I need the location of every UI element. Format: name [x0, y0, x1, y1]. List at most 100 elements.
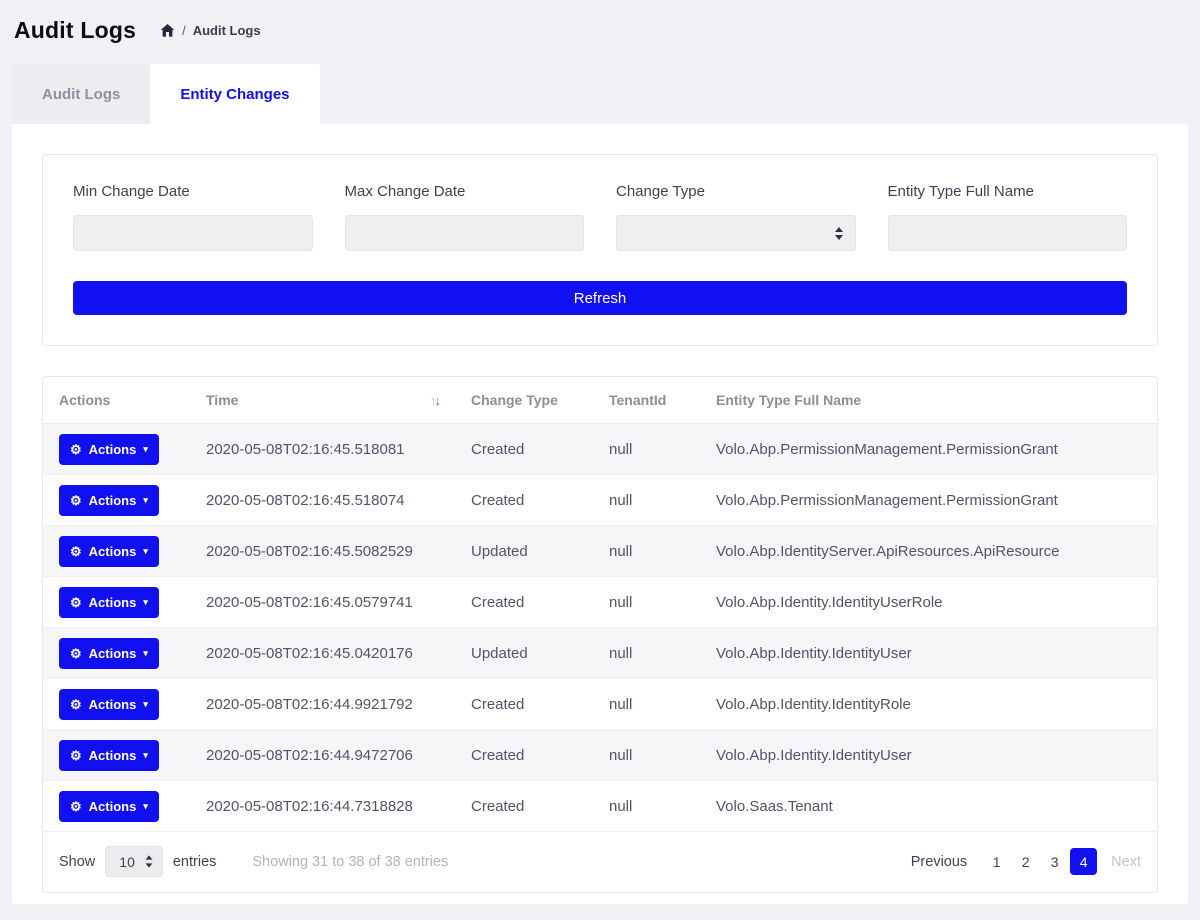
pagination-page-2[interactable]: 2: [1012, 848, 1039, 875]
table-row: ⚙ Actions ▾ 2020-05-08T02:16:44.7318828 …: [43, 781, 1157, 832]
filter-change-type: Change Type: [616, 183, 856, 251]
home-icon[interactable]: [160, 23, 175, 38]
row-change-type: Created: [455, 475, 593, 526]
caret-down-icon: ▾: [143, 700, 148, 709]
row-entity-type: Volo.Abp.PermissionManagement.Permission…: [700, 424, 1157, 475]
row-actions-cell: ⚙ Actions ▾: [43, 679, 190, 730]
breadcrumb-current: Audit Logs: [193, 23, 261, 38]
caret-down-icon: ▾: [143, 445, 148, 454]
filter-panel: Min Change Date Max Change Date Change T…: [42, 154, 1158, 346]
row-change-type: Updated: [455, 526, 593, 577]
pagination-page-3[interactable]: 3: [1041, 848, 1068, 875]
tab-audit-logs[interactable]: Audit Logs: [12, 64, 150, 124]
row-entity-type: Volo.Abp.IdentityServer.ApiResources.Api…: [700, 526, 1157, 577]
row-actions-button[interactable]: ⚙ Actions ▾: [59, 485, 159, 516]
column-header-actions: Actions: [43, 377, 190, 424]
table-panel: Actions Time ↑↓ Change Type TenantId Ent…: [42, 376, 1158, 893]
row-tenant-id: null: [593, 424, 700, 475]
row-tenant-id: null: [593, 730, 700, 781]
row-actions-label: Actions: [89, 442, 137, 457]
row-actions-button[interactable]: ⚙ Actions ▾: [59, 536, 159, 567]
row-tenant-id: null: [593, 628, 700, 679]
change-type-label: Change Type: [616, 183, 856, 200]
entity-changes-table: Actions Time ↑↓ Change Type TenantId Ent…: [43, 377, 1157, 832]
max-change-date-input[interactable]: [345, 215, 585, 251]
filter-max-change-date: Max Change Date: [345, 183, 585, 251]
entity-type-label: Entity Type Full Name: [888, 183, 1128, 200]
tab-entity-changes[interactable]: Entity Changes: [150, 64, 319, 124]
table-row: ⚙ Actions ▾ 2020-05-08T02:16:44.9921792 …: [43, 679, 1157, 730]
row-tenant-id: null: [593, 577, 700, 628]
row-actions-button[interactable]: ⚙ Actions ▾: [59, 791, 159, 822]
breadcrumb-separator: /: [182, 23, 186, 38]
row-actions-cell: ⚙ Actions ▾: [43, 577, 190, 628]
row-actions-button[interactable]: ⚙ Actions ▾: [59, 434, 159, 465]
row-actions-label: Actions: [89, 595, 137, 610]
pagination-next[interactable]: Next: [1111, 854, 1141, 870]
caret-down-icon: ▾: [143, 496, 148, 505]
select-arrows-icon: [145, 855, 153, 868]
refresh-button[interactable]: Refresh: [73, 281, 1127, 315]
show-label: Show: [59, 854, 95, 870]
pagination-page-4[interactable]: 4: [1070, 848, 1097, 875]
row-actions-label: Actions: [89, 544, 137, 559]
page-size-value: 10: [119, 854, 135, 870]
table-row: ⚙ Actions ▾ 2020-05-08T02:16:45.0420176 …: [43, 628, 1157, 679]
page-size-select[interactable]: 10: [105, 846, 163, 877]
max-change-date-label: Max Change Date: [345, 183, 585, 200]
row-change-type: Created: [455, 424, 593, 475]
column-header-tenant-id: TenantId: [593, 377, 700, 424]
row-tenant-id: null: [593, 679, 700, 730]
sort-icon[interactable]: ↑↓: [430, 393, 439, 408]
time-column-label: Time: [206, 392, 238, 408]
row-actions-button[interactable]: ⚙ Actions ▾: [59, 740, 159, 771]
pagination-previous[interactable]: Previous: [911, 854, 967, 870]
row-actions-label: Actions: [89, 493, 137, 508]
breadcrumb: / Audit Logs: [160, 23, 261, 38]
row-time: 2020-05-08T02:16:45.518081: [190, 424, 455, 475]
row-actions-cell: ⚙ Actions ▾: [43, 424, 190, 475]
row-tenant-id: null: [593, 475, 700, 526]
row-time: 2020-05-08T02:16:44.9921792: [190, 679, 455, 730]
gear-icon: ⚙: [70, 800, 82, 813]
caret-down-icon: ▾: [143, 751, 148, 760]
row-change-type: Created: [455, 730, 593, 781]
row-actions-cell: ⚙ Actions ▾: [43, 526, 190, 577]
change-type-select[interactable]: [616, 215, 856, 251]
row-entity-type: Volo.Abp.Identity.IdentityUser: [700, 730, 1157, 781]
row-entity-type: Volo.Abp.Identity.IdentityUserRole: [700, 577, 1157, 628]
table-footer: Show 10 entries Showing 31 to 38 of 38 e…: [43, 832, 1157, 892]
row-actions-button[interactable]: ⚙ Actions ▾: [59, 638, 159, 669]
row-time: 2020-05-08T02:16:45.518074: [190, 475, 455, 526]
row-change-type: Created: [455, 577, 593, 628]
row-time: 2020-05-08T02:16:44.7318828: [190, 781, 455, 832]
row-actions-label: Actions: [89, 646, 137, 661]
entity-type-input[interactable]: [888, 215, 1128, 251]
gear-icon: ⚙: [70, 494, 82, 507]
row-change-type: Created: [455, 679, 593, 730]
pagination-pages: 1234: [983, 848, 1097, 875]
gear-icon: ⚙: [70, 698, 82, 711]
select-arrows-icon: [835, 227, 843, 240]
content-card: Min Change Date Max Change Date Change T…: [12, 124, 1188, 904]
row-actions-button[interactable]: ⚙ Actions ▾: [59, 689, 159, 720]
row-time: 2020-05-08T02:16:45.0420176: [190, 628, 455, 679]
table-row: ⚙ Actions ▾ 2020-05-08T02:16:45.518074 C…: [43, 475, 1157, 526]
caret-down-icon: ▾: [143, 598, 148, 607]
row-time: 2020-05-08T02:16:44.9472706: [190, 730, 455, 781]
row-entity-type: Volo.Abp.Identity.IdentityUser: [700, 628, 1157, 679]
table-row: ⚙ Actions ▾ 2020-05-08T02:16:45.518081 C…: [43, 424, 1157, 475]
row-actions-label: Actions: [89, 697, 137, 712]
row-entity-type: Volo.Saas.Tenant: [700, 781, 1157, 832]
gear-icon: ⚙: [70, 749, 82, 762]
row-time: 2020-05-08T02:16:45.0579741: [190, 577, 455, 628]
gear-icon: ⚙: [70, 647, 82, 660]
filter-entity-type: Entity Type Full Name: [888, 183, 1128, 251]
column-header-time[interactable]: Time ↑↓: [190, 377, 455, 424]
row-actions-button[interactable]: ⚙ Actions ▾: [59, 587, 159, 618]
row-entity-type: Volo.Abp.Identity.IdentityRole: [700, 679, 1157, 730]
pagination-page-1[interactable]: 1: [983, 848, 1010, 875]
min-change-date-input[interactable]: [73, 215, 313, 251]
pagination: Previous 1234 Next: [911, 848, 1141, 875]
row-change-type: Created: [455, 781, 593, 832]
